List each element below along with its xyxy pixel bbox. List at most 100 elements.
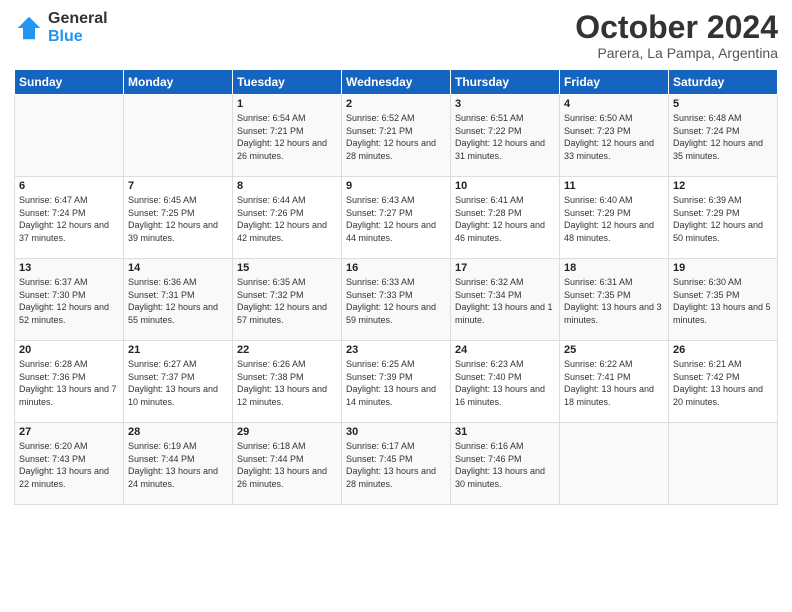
calendar-cell: 25 Sunrise: 6:22 AM Sunset: 7:41 PM Dayli… xyxy=(560,341,669,423)
calendar-cell xyxy=(560,423,669,505)
calendar-cell: 19 Sunrise: 6:30 AM Sunset: 7:35 PM Dayli… xyxy=(669,259,778,341)
col-sunday: Sunday xyxy=(15,70,124,95)
day-info: Sunrise: 6:54 AM Sunset: 7:21 PM Dayligh… xyxy=(237,112,337,162)
day-number: 10 xyxy=(455,180,555,192)
calendar-cell: 3Sunrise: 6:51 AM Sunset: 7:22 PM Daylig… xyxy=(451,95,560,177)
day-number: 14 xyxy=(128,262,228,274)
day-info: Sunrise: 6:19 AM Sunset: 7:44 PM Dayligh… xyxy=(128,440,228,490)
day-number: 5 xyxy=(673,98,773,110)
calendar-cell: 4Sunrise: 6:50 AM Sunset: 7:23 PM Daylig… xyxy=(560,95,669,177)
calendar-cell xyxy=(124,95,233,177)
day-number: 28 xyxy=(128,426,228,438)
page: General Blue October 2024 Parera, La Pam… xyxy=(0,0,792,612)
day-info: Sunrise: 6:18 AM Sunset: 7:44 PM Dayligh… xyxy=(237,440,337,490)
calendar-cell: 27Sunrise: 6:20 AM Sunset: 7:43 PM Dayli… xyxy=(15,423,124,505)
calendar-cell: 20 Sunrise: 6:28 AM Sunset: 7:36 PM Dayli… xyxy=(15,341,124,423)
month-title: October 2024 xyxy=(575,10,778,45)
day-info: Sunrise: 6:40 AM Sunset: 7:29 PM Dayligh… xyxy=(564,194,664,244)
day-number: 20 xyxy=(19,344,119,356)
calendar-week-row: 27Sunrise: 6:20 AM Sunset: 7:43 PM Dayli… xyxy=(15,423,778,505)
day-info: Sunrise: 6:50 AM Sunset: 7:23 PM Dayligh… xyxy=(564,112,664,162)
col-wednesday: Wednesday xyxy=(342,70,451,95)
day-info: Sunrise: 6:43 AM Sunset: 7:27 PM Dayligh… xyxy=(346,194,446,244)
calendar-week-row: 6Sunrise: 6:47 AM Sunset: 7:24 PM Daylig… xyxy=(15,177,778,259)
calendar-cell: 6Sunrise: 6:47 AM Sunset: 7:24 PM Daylig… xyxy=(15,177,124,259)
calendar-cell: 30Sunrise: 6:17 AM Sunset: 7:45 PM Dayli… xyxy=(342,423,451,505)
col-tuesday: Tuesday xyxy=(233,70,342,95)
calendar-cell: 31Sunrise: 6:16 AM Sunset: 7:46 PM Dayli… xyxy=(451,423,560,505)
calendar-cell xyxy=(15,95,124,177)
day-info: Sunrise: 6:22 AM Sunset: 7:41 PM Dayligh… xyxy=(564,358,664,408)
calendar-cell: 7 Sunrise: 6:45 AM Sunset: 7:25 PM Daylig… xyxy=(124,177,233,259)
title-block: October 2024 Parera, La Pampa, Argentina xyxy=(575,10,778,61)
day-info: Sunrise: 6:27 AM Sunset: 7:37 PM Dayligh… xyxy=(128,358,228,408)
calendar-cell: 11 Sunrise: 6:40 AM Sunset: 7:29 PM Dayli… xyxy=(560,177,669,259)
calendar-cell: 9 Sunrise: 6:43 AM Sunset: 7:27 PM Daylig… xyxy=(342,177,451,259)
calendar-body: 1Sunrise: 6:54 AM Sunset: 7:21 PM Daylig… xyxy=(15,95,778,505)
day-info: Sunrise: 6:28 AM Sunset: 7:36 PM Dayligh… xyxy=(19,358,119,408)
header: General Blue October 2024 Parera, La Pam… xyxy=(14,10,778,61)
day-number: 11 xyxy=(564,180,664,192)
day-number: 23 xyxy=(346,344,446,356)
calendar-cell: 29 Sunrise: 6:18 AM Sunset: 7:44 PM Dayli… xyxy=(233,423,342,505)
day-info: Sunrise: 6:41 AM Sunset: 7:28 PM Dayligh… xyxy=(455,194,555,244)
logo-general-text: General xyxy=(48,10,108,28)
calendar-cell xyxy=(669,423,778,505)
day-number: 8 xyxy=(237,180,337,192)
calendar-week-row: 13 Sunrise: 6:37 AM Sunset: 7:30 PM Dayli… xyxy=(15,259,778,341)
day-number: 25 xyxy=(564,344,664,356)
day-info: Sunrise: 6:25 AM Sunset: 7:39 PM Dayligh… xyxy=(346,358,446,408)
calendar-cell: 5 Sunrise: 6:48 AM Sunset: 7:24 PM Daylig… xyxy=(669,95,778,177)
day-info: Sunrise: 6:31 AM Sunset: 7:35 PM Dayligh… xyxy=(564,276,664,326)
day-number: 13 xyxy=(19,262,119,274)
day-info: Sunrise: 6:51 AM Sunset: 7:22 PM Dayligh… xyxy=(455,112,555,162)
day-info: Sunrise: 6:44 AM Sunset: 7:26 PM Dayligh… xyxy=(237,194,337,244)
calendar-cell: 23 Sunrise: 6:25 AM Sunset: 7:39 PM Dayli… xyxy=(342,341,451,423)
day-info: Sunrise: 6:21 AM Sunset: 7:42 PM Dayligh… xyxy=(673,358,773,408)
calendar-cell: 15 Sunrise: 6:35 AM Sunset: 7:32 PM Dayli… xyxy=(233,259,342,341)
day-info: Sunrise: 6:52 AM Sunset: 7:21 PM Dayligh… xyxy=(346,112,446,162)
day-info: Sunrise: 6:26 AM Sunset: 7:38 PM Dayligh… xyxy=(237,358,337,408)
day-number: 24 xyxy=(455,344,555,356)
day-info: Sunrise: 6:35 AM Sunset: 7:32 PM Dayligh… xyxy=(237,276,337,326)
calendar-week-row: 20 Sunrise: 6:28 AM Sunset: 7:36 PM Dayli… xyxy=(15,341,778,423)
day-number: 31 xyxy=(455,426,555,438)
calendar-cell: 16 Sunrise: 6:33 AM Sunset: 7:33 PM Dayli… xyxy=(342,259,451,341)
day-info: Sunrise: 6:45 AM Sunset: 7:25 PM Dayligh… xyxy=(128,194,228,244)
day-number: 29 xyxy=(237,426,337,438)
calendar-cell: 14Sunrise: 6:36 AM Sunset: 7:31 PM Dayli… xyxy=(124,259,233,341)
day-number: 19 xyxy=(673,262,773,274)
calendar-cell: 13 Sunrise: 6:37 AM Sunset: 7:30 PM Dayli… xyxy=(15,259,124,341)
logo-blue-text: Blue xyxy=(48,28,108,46)
header-row: Sunday Monday Tuesday Wednesday Thursday… xyxy=(15,70,778,95)
day-info: Sunrise: 6:37 AM Sunset: 7:30 PM Dayligh… xyxy=(19,276,119,326)
day-number: 30 xyxy=(346,426,446,438)
day-info: Sunrise: 6:32 AM Sunset: 7:34 PM Dayligh… xyxy=(455,276,555,326)
calendar-cell: 2 Sunrise: 6:52 AM Sunset: 7:21 PM Daylig… xyxy=(342,95,451,177)
logo-text: General Blue xyxy=(48,10,108,45)
col-friday: Friday xyxy=(560,70,669,95)
day-number: 7 xyxy=(128,180,228,192)
calendar-header: Sunday Monday Tuesday Wednesday Thursday… xyxy=(15,70,778,95)
day-number: 22 xyxy=(237,344,337,356)
calendar-cell: 1Sunrise: 6:54 AM Sunset: 7:21 PM Daylig… xyxy=(233,95,342,177)
day-number: 16 xyxy=(346,262,446,274)
calendar-cell: 17 Sunrise: 6:32 AM Sunset: 7:34 PM Dayli… xyxy=(451,259,560,341)
calendar-cell: 26Sunrise: 6:21 AM Sunset: 7:42 PM Dayli… xyxy=(669,341,778,423)
day-number: 18 xyxy=(564,262,664,274)
day-info: Sunrise: 6:48 AM Sunset: 7:24 PM Dayligh… xyxy=(673,112,773,162)
col-saturday: Saturday xyxy=(669,70,778,95)
calendar-table: Sunday Monday Tuesday Wednesday Thursday… xyxy=(14,69,778,505)
day-number: 27 xyxy=(19,426,119,438)
calendar-cell: 12Sunrise: 6:39 AM Sunset: 7:29 PM Dayli… xyxy=(669,177,778,259)
calendar-cell: 8 Sunrise: 6:44 AM Sunset: 7:26 PM Daylig… xyxy=(233,177,342,259)
day-info: Sunrise: 6:30 AM Sunset: 7:35 PM Dayligh… xyxy=(673,276,773,326)
day-number: 17 xyxy=(455,262,555,274)
day-info: Sunrise: 6:33 AM Sunset: 7:33 PM Dayligh… xyxy=(346,276,446,326)
day-number: 2 xyxy=(346,98,446,110)
location-subtitle: Parera, La Pampa, Argentina xyxy=(575,45,778,61)
day-number: 15 xyxy=(237,262,337,274)
calendar-week-row: 1Sunrise: 6:54 AM Sunset: 7:21 PM Daylig… xyxy=(15,95,778,177)
calendar-cell: 28 Sunrise: 6:19 AM Sunset: 7:44 PM Dayli… xyxy=(124,423,233,505)
day-number: 9 xyxy=(346,180,446,192)
